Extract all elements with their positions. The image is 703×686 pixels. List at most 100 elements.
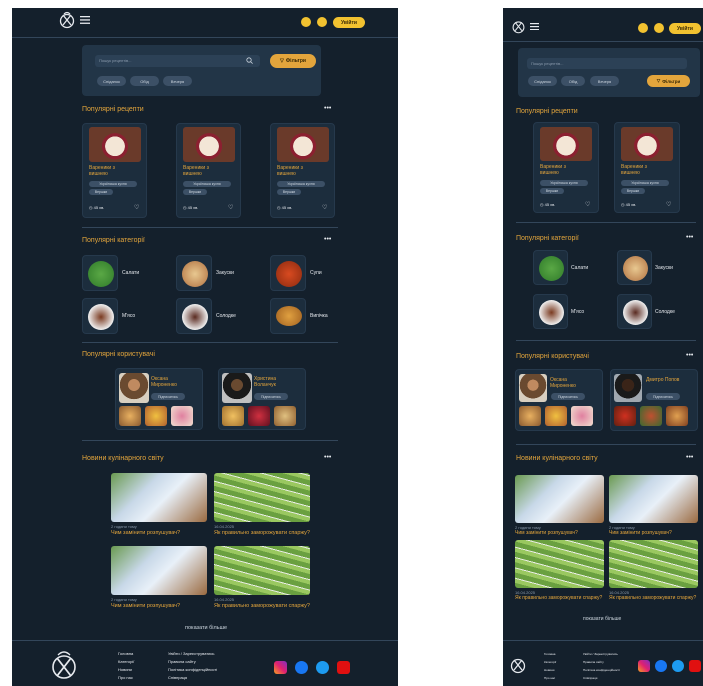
news-title[interactable]: Як правильно заморожувати спаржу? — [214, 603, 310, 609]
news-image[interactable] — [609, 475, 698, 523]
category-soups-image[interactable] — [270, 255, 306, 291]
chip-lunch[interactable]: Обід — [561, 76, 585, 86]
heart-icon[interactable]: ♡ — [228, 204, 233, 211]
instagram-icon[interactable] — [274, 661, 287, 674]
footer-link[interactable]: Новини — [118, 667, 132, 672]
categories-more-button[interactable]: ••• — [324, 236, 331, 243]
footer-link[interactable]: Головна — [544, 652, 555, 656]
category-label[interactable]: М'ясо — [122, 313, 135, 319]
show-more-link[interactable]: показати більше — [185, 625, 227, 631]
footer-logo-icon[interactable] — [509, 656, 527, 674]
news-title[interactable]: Як правильно заморожувати спаржу? — [515, 595, 604, 601]
footer-link[interactable]: Політика конфіденційності — [583, 668, 620, 672]
footer-link[interactable]: Увійти / Зареєструватись — [583, 652, 618, 656]
news-image[interactable] — [214, 473, 310, 522]
login-button[interactable]: Увійти — [333, 17, 365, 28]
settings-icon[interactable] — [654, 23, 664, 33]
category-label[interactable]: Закуски — [655, 265, 673, 271]
chip-breakfast[interactable]: Сніданок — [528, 76, 557, 86]
category-label[interactable]: Солодке — [216, 313, 236, 319]
news-image[interactable] — [111, 546, 207, 595]
footer-link[interactable]: Про нас — [118, 675, 133, 680]
footer-link[interactable]: Правила сайту — [583, 660, 604, 664]
user-name[interactable]: Дмитро Попов — [646, 377, 686, 383]
follow-button[interactable]: Підписатись — [254, 393, 288, 400]
logo-icon[interactable] — [58, 11, 76, 29]
footer-link[interactable]: Головна — [118, 651, 133, 656]
show-more-link[interactable]: показати більше — [583, 616, 621, 622]
category-salads-image[interactable] — [82, 255, 118, 291]
news-title[interactable]: Як правильно заморожувати спаржу? — [609, 595, 698, 601]
category-meat-image[interactable] — [533, 294, 568, 329]
heart-icon[interactable]: ♡ — [585, 201, 590, 208]
avatar[interactable] — [119, 373, 149, 403]
category-sweets-image[interactable] — [176, 298, 212, 334]
footer-link[interactable]: Про нас — [544, 676, 555, 680]
follow-button[interactable]: Підписатись — [646, 393, 680, 400]
news-title[interactable]: Чим замінити розпушувач? — [111, 603, 180, 609]
facebook-icon[interactable] — [655, 660, 667, 672]
footer-link[interactable]: Співпраця — [583, 676, 597, 680]
category-label[interactable]: Закуски — [216, 270, 234, 276]
twitter-icon[interactable] — [316, 661, 329, 674]
footer-link[interactable]: Категорії — [544, 660, 556, 664]
category-snacks-image[interactable] — [176, 255, 212, 291]
news-image[interactable] — [609, 540, 698, 588]
news-image[interactable] — [111, 473, 207, 522]
search-icon[interactable] — [301, 17, 311, 27]
footer-link[interactable]: Увійти / Зареєструватись — [168, 651, 214, 656]
news-more-button[interactable]: ••• — [324, 454, 331, 461]
twitter-icon[interactable] — [672, 660, 684, 672]
news-title[interactable]: Чим замінити розпушувач? — [111, 530, 180, 536]
footer-logo-icon[interactable] — [48, 649, 80, 681]
news-title[interactable]: Чим замінити розпушувач? — [609, 530, 672, 536]
heart-icon[interactable]: ♡ — [666, 201, 671, 208]
settings-icon[interactable] — [317, 17, 327, 27]
users-more-button[interactable]: ••• — [686, 352, 693, 359]
category-salads-image[interactable] — [533, 250, 568, 285]
category-label[interactable]: Випічка — [310, 313, 328, 319]
category-label[interactable]: Супи — [310, 270, 322, 276]
category-snacks-image[interactable] — [617, 250, 652, 285]
search-input[interactable]: Пошук рецептів... — [95, 55, 260, 67]
filters-button[interactable]: ▽ Фільтри — [270, 54, 316, 68]
recipes-more-button[interactable]: ••• — [324, 105, 331, 112]
news-title[interactable]: Чим замінити розпушувач? — [515, 530, 578, 536]
categories-more-button[interactable]: ••• — [686, 234, 693, 241]
facebook-icon[interactable] — [295, 661, 308, 674]
category-label[interactable]: Салати — [122, 270, 139, 276]
logo-icon[interactable] — [511, 19, 526, 34]
category-label[interactable]: М'ясо — [571, 309, 584, 315]
news-more-button[interactable]: ••• — [686, 454, 693, 461]
footer-link[interactable]: Новини — [544, 668, 554, 672]
youtube-icon[interactable] — [689, 660, 701, 672]
instagram-icon[interactable] — [638, 660, 650, 672]
footer-link[interactable]: Категорії — [118, 659, 134, 664]
avatar[interactable] — [614, 374, 642, 402]
category-sweets-image[interactable] — [617, 294, 652, 329]
news-image[interactable] — [214, 546, 310, 595]
heart-icon[interactable]: ♡ — [322, 204, 327, 211]
filters-button[interactable]: ▽ Фільтри — [647, 75, 690, 87]
chip-breakfast[interactable]: Сніданок — [97, 76, 126, 86]
footer-link[interactable]: Співпраця — [168, 675, 187, 680]
chip-dinner[interactable]: Вечеря — [590, 76, 619, 86]
user-name[interactable]: Оксана Мироненко — [550, 377, 590, 389]
menu-icon[interactable] — [80, 16, 90, 24]
category-pastry-image[interactable] — [270, 298, 306, 334]
news-image[interactable] — [515, 540, 604, 588]
user-name[interactable]: Оксана Мироненко — [151, 376, 191, 388]
footer-link[interactable]: Правила сайту — [168, 659, 196, 664]
category-label[interactable]: Салати — [571, 265, 588, 271]
follow-button[interactable]: Підписатись — [551, 393, 585, 400]
avatar[interactable] — [519, 374, 547, 402]
heart-icon[interactable]: ♡ — [134, 204, 139, 211]
login-button[interactable]: Увійти — [669, 23, 701, 34]
user-name[interactable]: Христина Воланчук — [254, 376, 298, 388]
news-image[interactable] — [515, 475, 604, 523]
chip-lunch[interactable]: Обід — [130, 76, 159, 86]
chip-dinner[interactable]: Вечеря — [163, 76, 192, 86]
search-icon[interactable] — [638, 23, 648, 33]
footer-link[interactable]: Політика конфіденційності — [168, 667, 217, 672]
category-label[interactable]: Солодке — [655, 309, 675, 315]
